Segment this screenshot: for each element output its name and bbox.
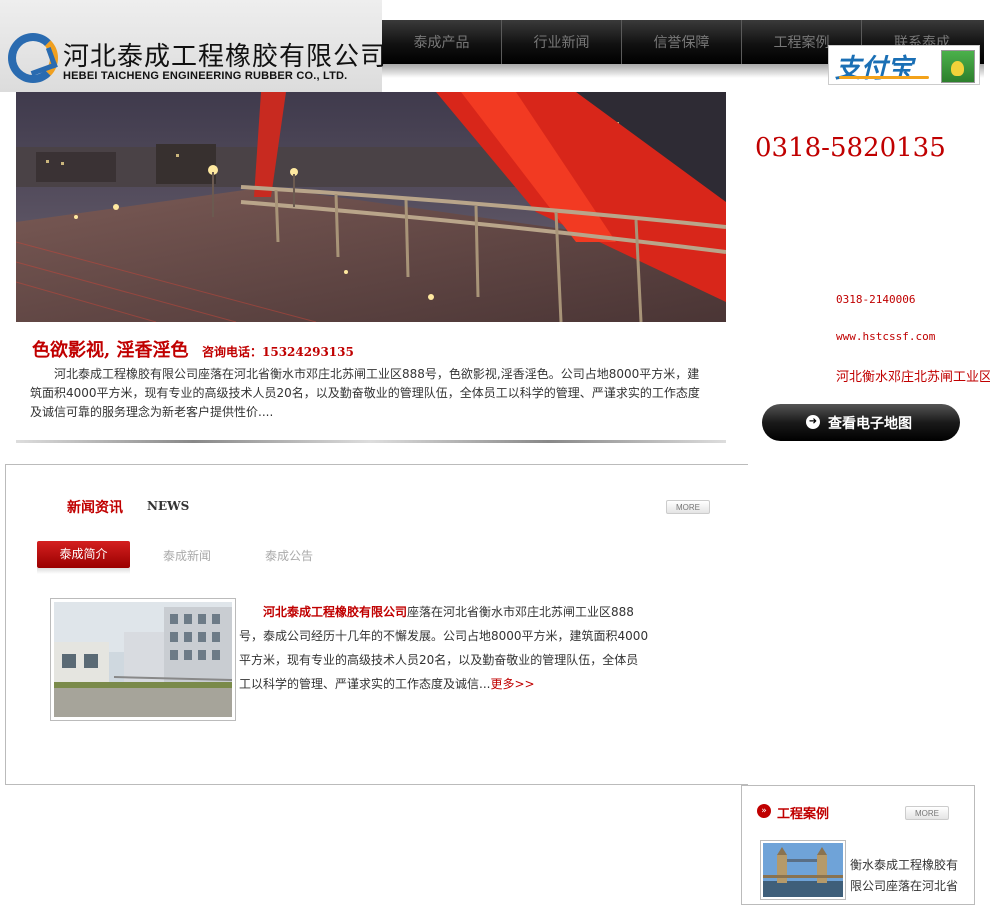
logo-name-cn: 河北泰成工程橡胶有限公司	[63, 42, 388, 72]
intro-title: 色欲影视, 淫香淫色	[32, 340, 189, 361]
news-title: 新闻资讯	[67, 500, 123, 516]
arrow-right-circle-icon: ➜	[806, 415, 820, 429]
chevron-circle-icon: »	[757, 804, 771, 818]
banner-image	[16, 92, 726, 322]
alipay-underline	[839, 76, 929, 79]
case-photo[interactable]	[760, 840, 846, 900]
tab-company-news[interactable]: 泰成新闻	[163, 547, 211, 564]
read-more-link[interactable]: 更多>>	[490, 677, 534, 691]
factory-photo	[50, 598, 236, 721]
tab-intro[interactable]: 泰成简介	[37, 541, 130, 574]
case-description: 衡水泰成工程橡胶有限公司座落在河北省	[850, 858, 959, 893]
cases-title: 工程案例	[777, 807, 830, 822]
bridge-night-illustration	[16, 92, 726, 322]
trust-seal-icon	[941, 50, 975, 83]
nav-item-news[interactable]: 行业新闻	[502, 20, 622, 64]
company-name-link[interactable]: 河北泰成工程橡胶有限公司	[263, 605, 407, 619]
divider	[16, 440, 726, 443]
contact-website[interactable]: www.hstcssf.com	[836, 330, 935, 343]
contact-address: 河北衡水邓庄北苏闸工业区	[836, 370, 990, 385]
view-map-label: 查看电子地图	[828, 416, 912, 432]
logo-name-en: HEBEI TAICHENG ENGINEERING RUBBER CO., L…	[63, 70, 348, 82]
hotline-phone: 0318-5820135	[755, 133, 946, 163]
nav-item-credit[interactable]: 信誉保障	[622, 20, 742, 64]
alipay-badge[interactable]: 支付宝	[828, 45, 980, 85]
company-summary: 河北泰成工程橡胶有限公司座落在河北省衡水市邓庄北苏闸工业区888号，泰成公司经历…	[239, 600, 649, 696]
factory-building-illustration	[54, 602, 233, 717]
tab-underline	[37, 568, 130, 574]
intro-text: 河北泰成工程橡胶有限公司座落在河北省衡水市邓庄北苏闸工业区888号，色欲影视,淫…	[30, 367, 700, 419]
cases-more-button[interactable]: MORE	[905, 806, 949, 820]
company-logo[interactable]: 河北泰成工程橡胶有限公司 HEBEI TAICHENG ENGINEERING …	[0, 0, 386, 92]
logo-mark-icon	[8, 33, 58, 83]
view-map-button[interactable]: ➜ 查看电子地图	[762, 404, 960, 441]
alipay-label: 支付宝	[835, 54, 914, 84]
intro-phone: 咨询电话：15324293135	[202, 345, 354, 359]
news-title-en: NEWS	[147, 499, 190, 513]
tab-announcements[interactable]: 泰成公告	[265, 547, 313, 564]
news-more-button[interactable]: MORE	[666, 500, 710, 514]
tower-bridge-illustration	[763, 843, 843, 897]
contact-phone: 0318-2140006	[836, 293, 916, 306]
nav-item-products[interactable]: 泰成产品	[382, 20, 502, 64]
